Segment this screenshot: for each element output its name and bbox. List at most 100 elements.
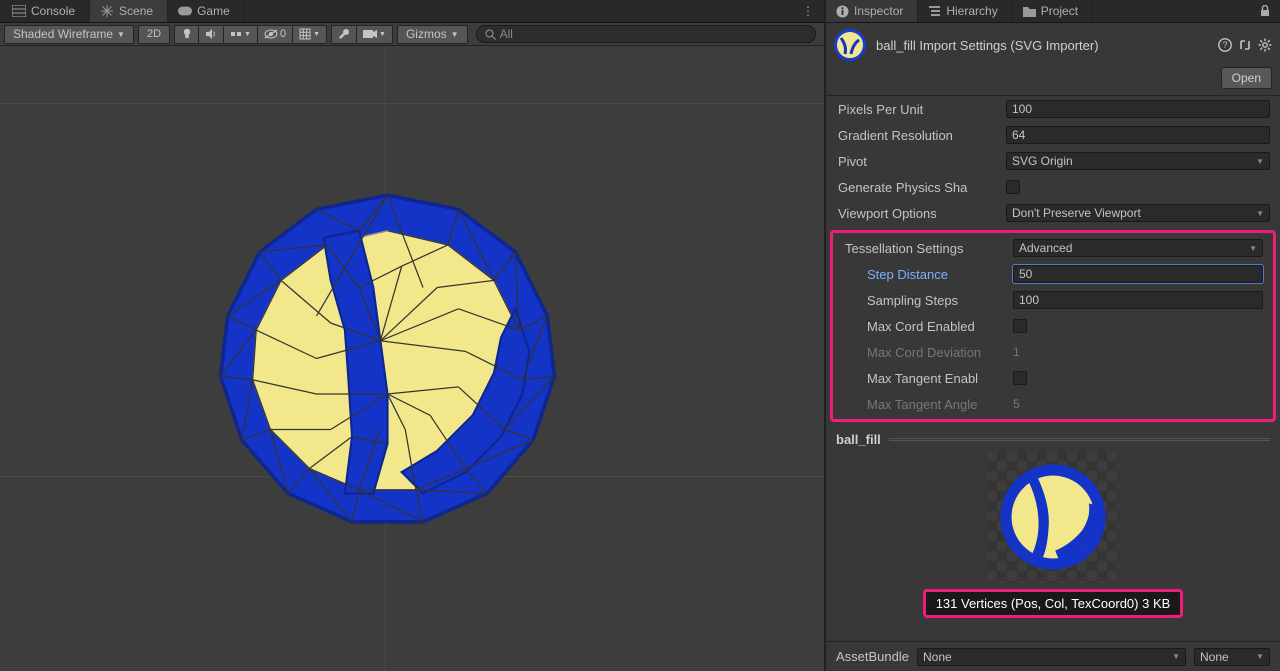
tab-console[interactable]: Console <box>2 0 90 22</box>
scene-search-placeholder: All <box>500 27 513 41</box>
open-button[interactable]: Open <box>1221 67 1272 89</box>
scene-toolbar: Shaded Wireframe ▼ 2D ▼ <box>0 23 824 46</box>
prop-generate-physics: Generate Physics Sha <box>826 174 1280 200</box>
gear-icon[interactable] <box>1258 38 1272 52</box>
ball-mesh <box>210 181 565 536</box>
asset-bundle-select[interactable]: None <box>917 648 1186 666</box>
tab-console-label: Console <box>31 4 75 18</box>
gizmos-label: Gizmos <box>406 27 447 41</box>
pivot-select[interactable]: SVG Origin <box>1006 152 1270 170</box>
grid-toggle[interactable]: ▼ <box>292 25 327 44</box>
pixels-per-unit-label: Pixels Per Unit <box>838 102 1000 117</box>
caret-down-icon: ▼ <box>313 31 320 38</box>
preset-icon[interactable] <box>1238 38 1252 52</box>
scene-view-toggles: ▼ 0 ▼ <box>174 25 327 44</box>
prop-tessellation-settings: Tessellation Settings Advanced <box>833 235 1273 261</box>
tab-inspector-label: Inspector <box>854 4 903 18</box>
search-icon <box>485 29 500 40</box>
max-cord-enabled-label: Max Cord Enabled <box>867 319 1007 334</box>
caret-down-icon: ▼ <box>379 31 386 38</box>
eye-off-icon <box>264 29 278 39</box>
shading-mode-dropdown[interactable]: Shaded Wireframe ▼ <box>4 25 134 44</box>
shading-mode-label: Shaded Wireframe <box>13 27 113 41</box>
audio-toggle[interactable] <box>198 25 223 44</box>
prop-viewport-options: Viewport Options Don't Preserve Viewport <box>826 200 1280 226</box>
pixels-per-unit-input[interactable]: 100 <box>1006 100 1270 118</box>
max-cord-deviation-label: Max Cord Deviation <box>867 345 1007 360</box>
tab-inspector[interactable]: Inspector <box>826 0 918 22</box>
tessellation-highlight-box: Tessellation Settings Advanced Step Dist… <box>830 230 1276 422</box>
scene-search[interactable]: All <box>476 25 816 43</box>
pivot-label: Pivot <box>838 154 1000 169</box>
max-cord-enabled-checkbox[interactable] <box>1013 319 1027 333</box>
caret-down-icon: ▼ <box>117 30 125 39</box>
preview-checker-bg <box>987 451 1119 583</box>
hidden-toggle[interactable]: 0 <box>257 25 292 44</box>
camera-dropdown[interactable]: ▼ <box>356 25 393 44</box>
lightbulb-icon <box>182 28 192 40</box>
gradient-resolution-label: Gradient Resolution <box>838 128 1000 143</box>
preview-image <box>997 461 1109 573</box>
fx-icon <box>230 28 242 40</box>
prop-max-cord-deviation: Max Cord Deviation 1 <box>833 339 1273 365</box>
folder-icon <box>1023 6 1036 17</box>
tab-game[interactable]: Game <box>168 0 245 22</box>
hierarchy-icon <box>928 5 941 18</box>
generate-physics-checkbox[interactable] <box>1006 180 1020 194</box>
section-divider <box>889 438 1270 441</box>
wrench-icon <box>338 28 350 40</box>
tessellation-settings-label: Tessellation Settings <box>845 241 1007 256</box>
game-icon <box>178 6 192 16</box>
scene-panel: Console Scene Game ⋮ Shaded Wireframe ▼ … <box>0 0 825 671</box>
preview-stats: 131 Vertices (Pos, Col, TexCoord0) 3 KB <box>923 589 1184 618</box>
viewport-options-label: Viewport Options <box>838 206 1000 221</box>
max-tangent-enabled-checkbox[interactable] <box>1013 371 1027 385</box>
left-tab-row: Console Scene Game ⋮ <box>0 0 824 23</box>
inspector-lock[interactable] <box>1250 0 1280 22</box>
max-tangent-enabled-label: Max Tangent Enabl <box>867 371 1007 386</box>
step-distance-input[interactable]: 50 <box>1013 265 1263 283</box>
speaker-icon <box>205 28 217 40</box>
fx-toggle[interactable]: ▼ <box>223 25 257 44</box>
gradient-resolution-input[interactable]: 64 <box>1006 126 1270 144</box>
inspector-panel: Inspector Hierarchy Project <box>825 0 1280 671</box>
tab-project-label: Project <box>1041 4 1078 18</box>
help-icon[interactable]: ? <box>1218 38 1232 52</box>
viewport-options-select[interactable]: Don't Preserve Viewport <box>1006 204 1270 222</box>
prop-sampling-steps: Sampling Steps 100 <box>833 287 1273 313</box>
tab-scene-label: Scene <box>119 4 153 18</box>
preview-section: ball_fill 131 Vertices (Pos, Col, TexCoo… <box>826 426 1280 618</box>
prop-pivot: Pivot SVG Origin <box>826 148 1280 174</box>
preview-name: ball_fill <box>836 432 881 447</box>
2d-toggle[interactable]: 2D <box>138 25 170 44</box>
caret-down-icon: ▼ <box>244 31 251 38</box>
tab-game-label: Game <box>197 4 230 18</box>
svg-text:?: ? <box>1222 40 1227 50</box>
lighting-toggle[interactable] <box>174 25 198 44</box>
tessellation-settings-select[interactable]: Advanced <box>1013 239 1263 257</box>
grid-icon <box>299 28 311 40</box>
tab-project[interactable]: Project <box>1013 0 1093 22</box>
asset-thumbnail-icon <box>834 29 866 61</box>
tab-scene[interactable]: Scene <box>90 0 168 22</box>
step-distance-label: Step Distance <box>867 267 1007 282</box>
2d-toggle-label: 2D <box>147 28 161 40</box>
max-tangent-angle-value: 5 <box>1013 397 1020 411</box>
left-tab-menu[interactable]: ⋮ <box>792 0 824 22</box>
tool-a[interactable] <box>331 25 356 44</box>
gizmos-dropdown[interactable]: Gizmos ▼ <box>397 25 468 44</box>
hidden-count: 0 <box>280 28 286 40</box>
prop-max-cord-enabled: Max Cord Enabled <box>833 313 1273 339</box>
scene-viewport[interactable] <box>0 46 824 671</box>
max-tangent-angle-label: Max Tangent Angle <box>867 397 1007 412</box>
asset-bundle-variant-select[interactable]: None <box>1194 648 1270 666</box>
info-icon <box>836 5 849 18</box>
asset-bundle-row: AssetBundle None None <box>826 641 1280 671</box>
scene-icon <box>100 4 114 18</box>
sampling-steps-input[interactable]: 100 <box>1013 291 1263 309</box>
generate-physics-label: Generate Physics Sha <box>838 180 1000 195</box>
right-tab-row: Inspector Hierarchy Project <box>826 0 1280 23</box>
camera-icon <box>363 29 377 39</box>
tab-hierarchy[interactable]: Hierarchy <box>918 0 1012 22</box>
prop-pixels-per-unit: Pixels Per Unit 100 <box>826 96 1280 122</box>
